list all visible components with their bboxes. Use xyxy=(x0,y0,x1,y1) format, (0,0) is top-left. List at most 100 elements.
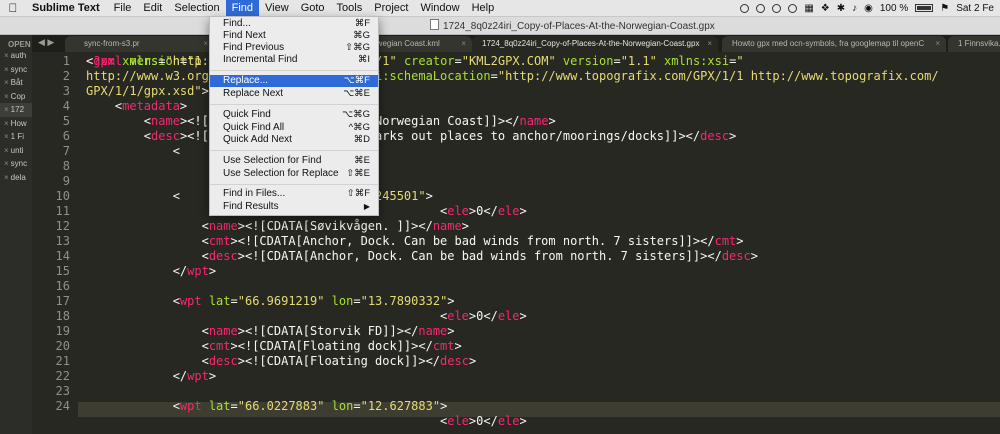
open-file-item[interactable]: × 172 xyxy=(0,103,32,117)
flag-icon[interactable]: ⚑ xyxy=(940,3,949,14)
document-icon xyxy=(430,19,439,30)
wifi-icon[interactable]: ◉ xyxy=(864,3,873,14)
find-menu-find-previous[interactable]: Find Previous ⇧⌘G xyxy=(210,42,378,54)
open-file-item[interactable]: × sync xyxy=(0,157,32,171)
menu-view[interactable]: View xyxy=(259,0,295,16)
menu-separator xyxy=(210,104,378,105)
dropbox-icon[interactable]: ❖ xyxy=(821,3,830,14)
menu-file[interactable]: File xyxy=(108,0,138,16)
sidebar: OPEN × auth × sync × Båt × Cop × 172 × How × 1 Fi × unt… xyxy=(0,35,32,434)
open-file-item[interactable]: × 1 Fi xyxy=(0,130,32,144)
status-icon[interactable] xyxy=(740,3,750,13)
close-icon[interactable]: × xyxy=(4,105,9,114)
battery-percent: 100 % xyxy=(879,2,909,14)
cloud-icon[interactable] xyxy=(788,3,798,13)
close-icon[interactable]: × xyxy=(4,92,9,101)
find-menu-replace[interactable]: Replace... ⌥⌘F xyxy=(210,75,378,87)
line-number: 10 xyxy=(55,189,70,203)
window-title-wrap: 1724_8q0z24iri_Copy-of-Places-At-the-Nor… xyxy=(430,19,715,32)
tab-finnsvika[interactable]: 1 Finnsvika.g xyxy=(948,36,1000,52)
tab-sync-from-s3[interactable]: sync-from-s3.pr × xyxy=(74,36,214,52)
code-line: <desc><![C iskMarks out places to anchor… xyxy=(86,129,737,143)
close-icon[interactable]: × xyxy=(4,173,9,182)
find-menu-find-next[interactable]: Find Next ⌘G xyxy=(210,30,378,42)
close-icon[interactable]: × xyxy=(4,159,9,168)
line-number: 21 xyxy=(55,354,70,368)
apple-icon[interactable]:  xyxy=(0,1,26,15)
close-icon[interactable]: × xyxy=(4,51,9,60)
line-number: 20 xyxy=(55,339,70,353)
line-number: 17 xyxy=(55,294,70,308)
close-icon[interactable]: × xyxy=(461,36,466,52)
open-file-item[interactable]: × Båt xyxy=(0,76,32,90)
open-file-item[interactable]: × unti xyxy=(0,144,32,158)
menu-find[interactable]: Find xyxy=(225,0,260,16)
tab-howto-gpx[interactable]: Howto gpx med ocn-symbols, fra googlemap… xyxy=(722,36,946,52)
find-menu-quick-add-next[interactable]: Quick Add Next ⌘D xyxy=(210,134,378,146)
bluetooth-icon[interactable]: ✱ xyxy=(837,3,845,14)
line-number: 1 xyxy=(62,54,70,68)
find-menu-replace-next[interactable]: Replace Next ⌥⌘E xyxy=(210,88,378,100)
close-icon[interactable]: × xyxy=(4,78,9,87)
line-number: 22 xyxy=(55,369,70,383)
open-file-label: dela xyxy=(10,172,26,182)
tab-label: sync-from-s3.pr xyxy=(84,39,140,48)
line-number: 15 xyxy=(55,264,70,278)
line-number: 8 xyxy=(62,159,70,173)
find-menu-find-in-files[interactable]: Find in Files... ⇧⌘F xyxy=(210,188,378,200)
line-number: 12 xyxy=(55,219,70,233)
menu-selection[interactable]: Selection xyxy=(168,0,225,16)
clock[interactable]: Sat 2 Fe xyxy=(956,3,994,14)
find-menu-find[interactable]: Find... ⌘F xyxy=(210,18,378,30)
find-menu-use-selection-for-replace[interactable]: Use Selection for Replace ⇧⌘E xyxy=(210,168,378,180)
open-file-item[interactable]: × auth xyxy=(0,49,32,63)
volume-icon[interactable]: ♪ xyxy=(852,3,857,14)
close-icon[interactable]: × xyxy=(4,132,9,141)
code-line: <gpx xmlns="http: X/1/1" creator="KML2GP… xyxy=(86,54,744,68)
tab-bar: ◀ ▶ auth× sync-from-s3.pr× rwegian Coast… xyxy=(32,35,1000,52)
open-file-item[interactable]: × Cop xyxy=(0,90,32,104)
open-file-item[interactable]: × sync xyxy=(0,63,32,77)
tab-label: 1 Finnsvika.g xyxy=(958,39,1000,48)
tab-norwegian-coast-kml[interactable]: rwegian Coast.kml × xyxy=(364,36,472,52)
close-icon[interactable]: × xyxy=(4,146,9,155)
open-file-item[interactable]: × How xyxy=(0,117,32,131)
line-number: 13 xyxy=(55,234,70,248)
line-number: 14 xyxy=(55,249,70,263)
menu-tools[interactable]: Tools xyxy=(331,0,369,16)
code-line: <name><![CDATA[Storvik FD]]></name> xyxy=(86,324,455,338)
tab-label: rwegian Coast.kml xyxy=(374,39,440,48)
window-title-bar: 1724_8q0z24iri_Copy-of-Places-At-the-Nor… xyxy=(0,17,1000,35)
close-icon[interactable]: × xyxy=(203,36,208,52)
tab-nav-arrows-icon[interactable]: ◀ ▶ xyxy=(38,37,54,48)
menu-goto[interactable]: Goto xyxy=(295,0,331,16)
timer-icon[interactable] xyxy=(756,3,766,13)
close-icon[interactable]: × xyxy=(935,36,940,52)
menu-edit[interactable]: Edit xyxy=(137,0,168,16)
find-menu-quick-find[interactable]: Quick Find ⌥⌘G xyxy=(210,109,378,121)
find-menu-use-selection-for-find[interactable]: Use Selection for Find ⌘E xyxy=(210,155,378,167)
tab-norwegian-coast-gpx[interactable]: 1724_8q0z24iri_Copy-of-Places-At-the-Nor… xyxy=(472,36,718,52)
line-number-gutter: 1 2 3 4 5 6 7 8 9 10 11 12 13 14 15 16 17 18 19 20 21 22 23 24 xyxy=(32,52,78,434)
tab-label: Howto gpx med ocn-symbols, fra googlemap… xyxy=(732,39,925,48)
battery-icon[interactable] xyxy=(915,4,934,12)
code-line: <metadata> xyxy=(86,99,188,113)
code-line: <desc><![CDATA[Floating dock]]></desc> xyxy=(86,354,477,368)
code-line: <cmt><![CDATA[Floating dock]]></cmt> xyxy=(86,339,462,353)
sync-icon[interactable] xyxy=(772,3,782,13)
find-menu-find-results[interactable]: Find Results ▶ xyxy=(210,201,378,213)
menu-project[interactable]: Project xyxy=(368,0,414,16)
grid-icon[interactable]: ▦ xyxy=(804,3,813,14)
menu-window[interactable]: Window xyxy=(414,0,465,16)
find-menu-quick-find-all[interactable]: Quick Find All ^⌘G xyxy=(210,122,378,134)
code-line: <wpt lat="66.9691219" lon="13.7890332"> xyxy=(86,294,455,308)
find-menu-incremental-find[interactable]: Incremental Find ⌘I xyxy=(210,54,378,66)
menu-app-name[interactable]: Sublime Text xyxy=(26,0,108,16)
line-number: 19 xyxy=(55,324,70,338)
close-icon[interactable]: × xyxy=(4,65,9,74)
close-icon[interactable]: × xyxy=(4,119,9,128)
open-file-item[interactable]: × dela xyxy=(0,171,32,185)
menu-bar:  Sublime Text File Edit Selection Find … xyxy=(0,0,1000,17)
menu-help[interactable]: Help xyxy=(466,0,501,16)
close-icon[interactable]: × xyxy=(707,36,712,52)
